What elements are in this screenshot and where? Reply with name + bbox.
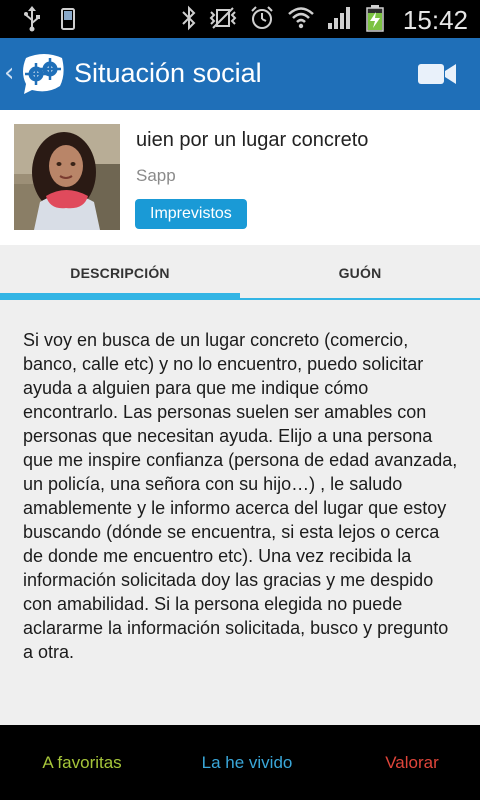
wifi-icon xyxy=(287,5,315,35)
situation-photo xyxy=(14,124,120,230)
sd-card-icon xyxy=(60,7,76,35)
add-to-favorites-button[interactable]: A favoritas xyxy=(0,725,164,800)
active-tab-indicator xyxy=(0,293,240,300)
alarm-icon xyxy=(249,5,275,35)
tab-script[interactable]: GUÓN xyxy=(240,245,480,301)
description-panel[interactable]: Si voy en busca de un lugar concreto (co… xyxy=(0,301,480,725)
lived-it-button[interactable]: La he vivido xyxy=(164,725,330,800)
app-logo-icon[interactable] xyxy=(20,52,66,96)
vibrate-icon xyxy=(209,6,237,34)
signal-icon xyxy=(327,5,353,35)
status-clock: 15:42 xyxy=(402,5,468,35)
status-bar: 15:42 xyxy=(0,0,480,38)
rate-button[interactable]: Valorar xyxy=(330,725,480,800)
app-bar: ‹ Situación social xyxy=(0,38,480,110)
situation-header: uien por un lugar concreto Sapp Imprevis… xyxy=(0,110,480,245)
bottom-action-bar: A favoritas La he vivido Valorar xyxy=(0,725,480,800)
bluetooth-icon xyxy=(181,5,197,35)
description-text: Si voy en busca de un lugar concreto (co… xyxy=(23,330,458,662)
situation-title: uien por un lugar concreto xyxy=(136,129,369,151)
usb-icon xyxy=(22,6,42,36)
page-title: Situación social xyxy=(74,58,262,88)
battery-charging-icon xyxy=(365,4,385,36)
category-tag-button[interactable]: Imprevistos xyxy=(135,199,247,229)
situation-author: Sapp xyxy=(136,166,176,185)
video-camera-icon[interactable] xyxy=(418,62,458,86)
chevron-left-icon[interactable]: ‹ xyxy=(4,60,14,86)
